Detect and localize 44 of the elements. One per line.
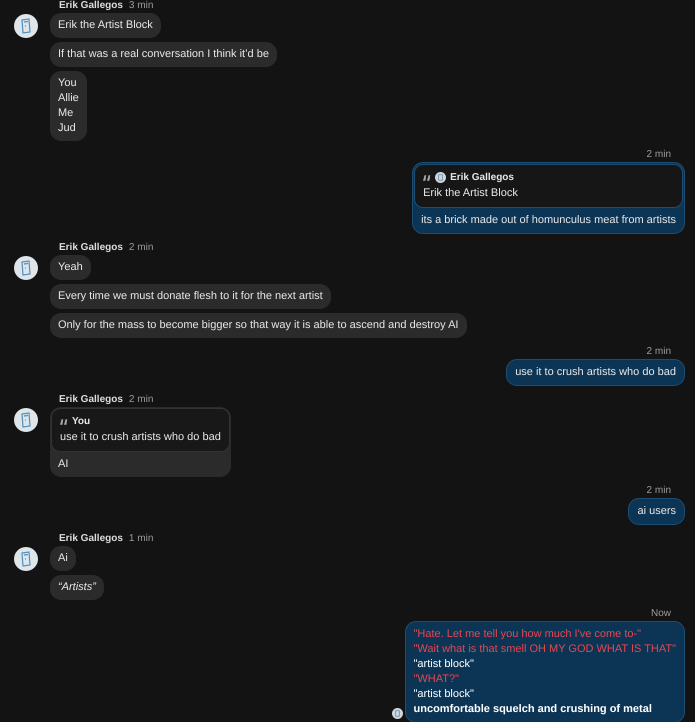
sender-name: Erik Gallegos xyxy=(59,394,123,406)
message-text: uncomfortable squelch and crushing of metal xyxy=(414,702,653,717)
timestamp: 2 min xyxy=(128,394,154,406)
message-text: If that was a real conversation I think it’d be xyxy=(58,47,269,62)
quote-icon xyxy=(423,174,432,180)
message-text: Every time we must donate flesh to it for the next artist xyxy=(58,289,323,304)
message-text: ai users xyxy=(637,504,676,519)
message-text: Allie xyxy=(58,91,79,106)
quote-icon xyxy=(60,418,68,424)
message-text: Erik the Artist Block xyxy=(58,18,153,33)
message-text: "artist block" xyxy=(414,657,475,672)
message-text: "artist block" xyxy=(414,687,475,702)
quote-text: use it to crush artists who do bad xyxy=(60,430,221,445)
message-text: Me xyxy=(58,106,74,121)
timestamp: 1 min xyxy=(128,533,154,545)
message-text: Jud xyxy=(58,121,77,136)
quote-text: Erik the Artist Block xyxy=(423,186,519,201)
timestamp: 2 min xyxy=(646,149,671,161)
message-text: AI xyxy=(58,457,70,472)
timestamp: 2 min xyxy=(646,485,671,497)
message-text: its a brick made out of homunculus meat from artists xyxy=(421,213,676,228)
message-text: You xyxy=(58,76,78,91)
quote-author: Erik Gallegos xyxy=(450,171,514,185)
sender-name: Erik Gallegos xyxy=(59,0,123,12)
avatar-icon[interactable] xyxy=(14,256,38,280)
message-text: Only for the mass to become bigger so that way it is able to ascend and destroy AI xyxy=(58,318,458,333)
avatar-icon xyxy=(435,172,446,183)
timestamp: 2 min xyxy=(646,346,671,358)
message-text: "WHAT?" xyxy=(414,672,460,687)
timestamp: Now xyxy=(650,608,671,620)
timestamp: 2 min xyxy=(128,242,154,254)
message-text: use it to crush artists who do bad xyxy=(515,365,676,380)
sender-name: Erik Gallegos xyxy=(59,242,123,254)
message-text: Ai xyxy=(58,551,68,566)
message-text: Yeah xyxy=(58,260,83,275)
avatar-icon[interactable] xyxy=(14,408,38,432)
message-text: "Hate. Let me tell you how much I've come to-" xyxy=(414,627,642,642)
message-text: "Wait what is that smell OH MY GOD WHAT IS THAT" xyxy=(414,642,676,657)
quote-author: You xyxy=(72,415,90,429)
message-text: “Artists” xyxy=(58,580,96,595)
timestamp: 3 min xyxy=(128,0,154,12)
avatar-icon[interactable] xyxy=(14,14,38,38)
avatar-icon[interactable] xyxy=(14,547,38,571)
sender-name: Erik Gallegos xyxy=(59,533,123,545)
